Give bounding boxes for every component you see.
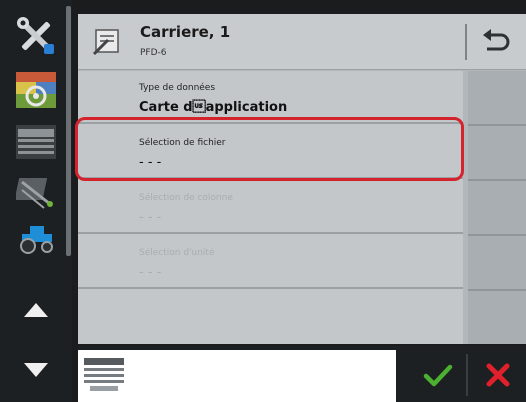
back-arrow-icon: [483, 29, 510, 51]
settings-list: Type de données Carte d application Séle…: [78, 71, 463, 344]
file-edit-icon: [92, 29, 119, 56]
sprayer-button[interactable]: [10, 170, 62, 214]
row-unit-selection: Sélection d'unité - - -: [78, 236, 463, 289]
application-map-button[interactable]: [10, 68, 62, 112]
bottom-divider: [466, 354, 468, 396]
status-area: [78, 350, 396, 402]
sidebar-scrollbar[interactable]: [66, 6, 71, 256]
implement-button[interactable]: [10, 120, 62, 164]
tools-icon: [17, 17, 54, 54]
page-subtitle: PFD-6: [140, 48, 167, 58]
implement-icon: [16, 125, 56, 159]
back-button[interactable]: [478, 26, 514, 58]
implement-small-icon: [84, 358, 124, 391]
row-value: - - -: [139, 210, 162, 225]
tools-button[interactable]: [10, 10, 62, 62]
right-button-column: [468, 71, 526, 344]
header-divider: [465, 24, 467, 60]
tractor-icon: [20, 226, 53, 254]
column-divider: [468, 179, 526, 181]
bottom-bar: [78, 346, 526, 402]
row-value: Carte d application: [139, 100, 288, 115]
confirm-button[interactable]: [414, 352, 462, 398]
cancel-button[interactable]: [474, 352, 522, 398]
row-value: - - -: [139, 265, 162, 280]
row-label: Sélection d'unité: [139, 248, 215, 258]
tractor-button[interactable]: [10, 218, 62, 258]
application-map-icon: [16, 72, 56, 108]
row-column-selection: Sélection de colonne - - -: [78, 181, 463, 234]
row-label: Sélection de colonne: [139, 193, 233, 203]
arrow-up-icon: [24, 303, 48, 317]
scroll-down-button[interactable]: [10, 350, 62, 390]
column-divider: [468, 234, 526, 236]
column-divider: [468, 124, 526, 126]
page-title: Carriere, 1: [140, 23, 231, 41]
scroll-up-button[interactable]: [10, 290, 62, 330]
column-divider: [468, 289, 526, 291]
row-label: Type de données: [139, 83, 216, 93]
checkmark-icon: [423, 364, 453, 387]
close-icon: [486, 363, 510, 387]
selection-highlight: [75, 117, 464, 181]
left-sidebar: [0, 0, 72, 402]
header: Carriere, 1 PFD-6: [78, 14, 526, 70]
arrow-down-icon: [24, 363, 48, 377]
sprayer-icon: [16, 178, 53, 209]
